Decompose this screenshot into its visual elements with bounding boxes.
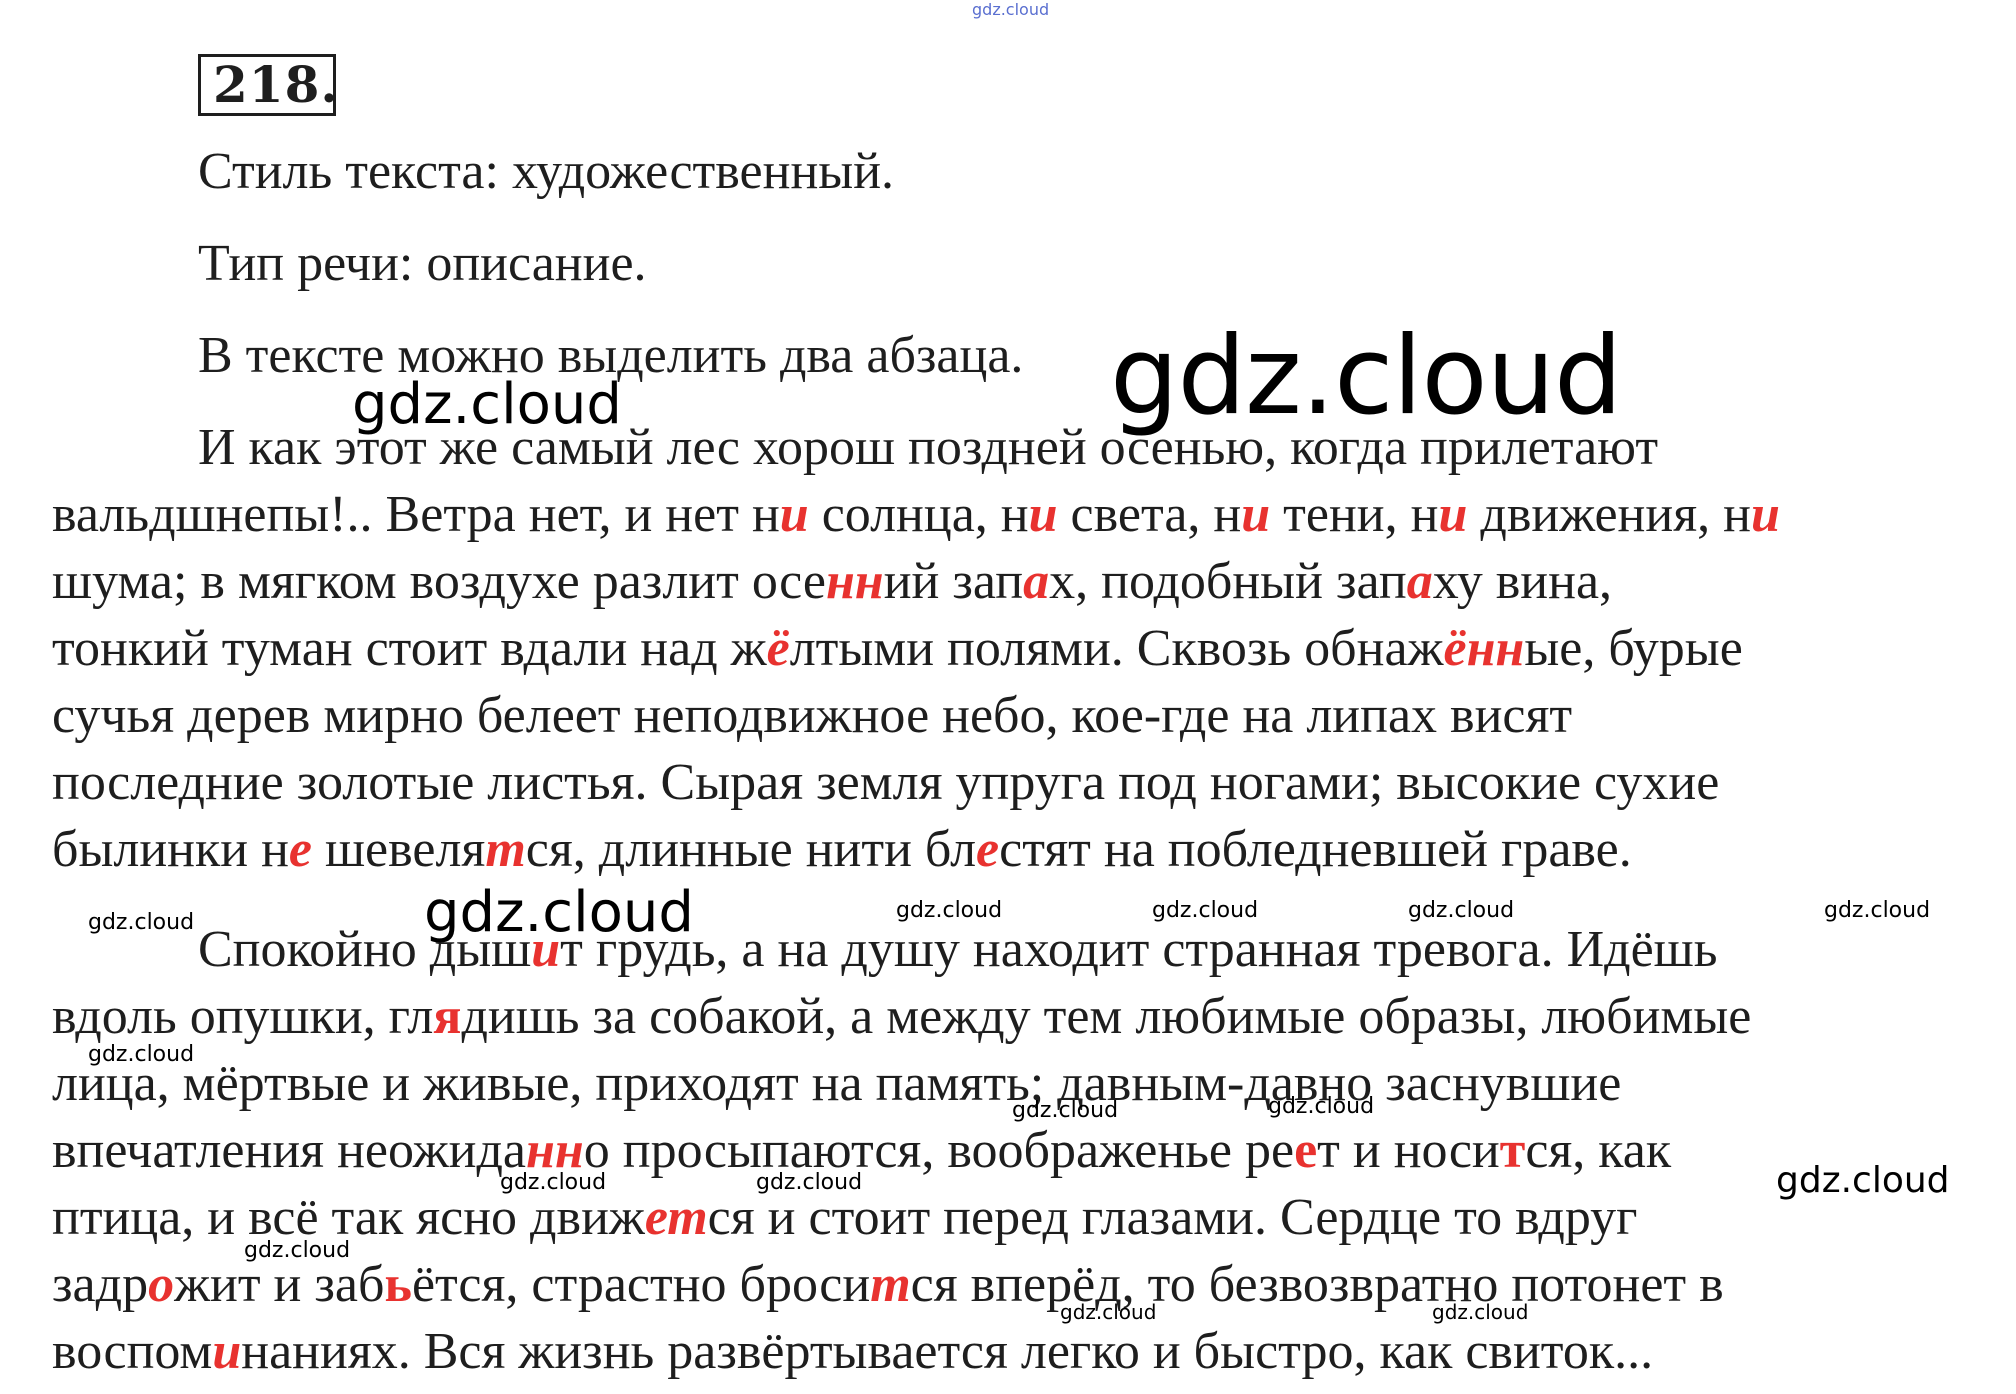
text-segment: ий зап xyxy=(883,553,1024,610)
text-segment: сучья дерев мирно белеет неподвижное неб… xyxy=(52,687,1573,744)
text-segment: лтыми полями. Сквозь обнаж xyxy=(789,620,1444,677)
text-line: воспоминаниях. Вся жизнь развёртывается … xyxy=(52,1322,1982,1382)
text-line: вдоль опушки, глядишь за собакой, а межд… xyxy=(52,987,1982,1047)
watermark: gdz.cloud xyxy=(896,898,1003,923)
highlighted-letter: и xyxy=(779,486,809,543)
text-segment: ся вперёд, то безвозвратно потонет в xyxy=(910,1256,1724,1313)
text-segment: ху вина, xyxy=(1432,553,1613,610)
highlighted-letter: и xyxy=(1241,486,1271,543)
text-segment: ся, как xyxy=(1525,1122,1672,1179)
watermark: gdz.cloud xyxy=(1152,898,1259,923)
exercise-number: 218. xyxy=(198,54,338,116)
highlighted-letter: и xyxy=(212,1323,242,1380)
highlighted-letter: а xyxy=(1023,553,1050,610)
solution-page: 218. Стиль текста: художественный. Тип р… xyxy=(0,0,2016,1394)
highlighted-letter: и xyxy=(1028,486,1058,543)
text-line: былинки не шевелятся, длинные нити блест… xyxy=(52,820,1982,880)
watermark: gdz.cloud xyxy=(1268,1094,1375,1119)
highlighted-letter: е xyxy=(976,821,1000,878)
text-segment: ся и стоит перед глазами. Сердце то вдру… xyxy=(707,1189,1638,1246)
watermark: gdz.cloud xyxy=(1432,1300,1529,1324)
text-style-line: Стиль текста: художественный. xyxy=(198,143,895,200)
text-segment: шума; в мягком воздухе разлит осе xyxy=(52,553,826,610)
text-line: тонкий туман стоит вдали над жёлтыми пол… xyxy=(52,619,1982,679)
text-segment: ся, длинные нити бл xyxy=(525,821,977,878)
text-segment: вальдшнепы!.. Ветра нет, и нет н xyxy=(52,486,780,543)
text-line: сучья дерев мирно белеет неподвижное неб… xyxy=(52,686,1982,746)
highlighted-letter: ет xyxy=(644,1189,708,1246)
text-line: впечатления неожиданно просыпаются, вооб… xyxy=(52,1121,1982,1181)
text-line: шума; в мягком воздухе разлит осенний за… xyxy=(52,552,1982,612)
highlighted-letter: т xyxy=(1499,1122,1526,1179)
watermark: gdz.cloud xyxy=(88,1042,195,1067)
text-segment: лица, мёртвые и живые, приходят на памят… xyxy=(52,1055,1622,1112)
text-segment: ые, бурые xyxy=(1524,620,1743,677)
text-segment: впечатления неожида xyxy=(52,1122,526,1179)
highlighted-letter: а xyxy=(1406,553,1433,610)
text-segment: шевеля xyxy=(312,821,486,878)
highlighted-letter: и xyxy=(1750,486,1780,543)
text-segment: тонкий туман стоит вдали над ж xyxy=(52,620,767,677)
highlighted-letter: ё xyxy=(766,620,790,677)
watermark: gdz.cloud xyxy=(1776,1160,1950,1201)
text-segment: последние золотые листья. Сырая земля уп… xyxy=(52,754,1720,811)
text-segment: вдоль опушки, гл xyxy=(52,988,434,1045)
highlighted-letter: т xyxy=(485,821,526,878)
text-segment: былинки н xyxy=(52,821,289,878)
text-segment: т грудь, а на душу находит странная трев… xyxy=(560,921,1718,978)
speech-type-line: Тип речи: описание. xyxy=(198,235,647,292)
highlighted-letter: о xyxy=(148,1256,175,1313)
watermark: gdz.cloud xyxy=(972,0,1050,19)
text-segment: тени, н xyxy=(1270,486,1439,543)
text-segment: дишь за собакой, а между тем любимые обр… xyxy=(461,988,1752,1045)
highlighted-letter: ь xyxy=(384,1256,412,1313)
text-segment: о просыпаются, воображенье ре xyxy=(583,1122,1295,1179)
watermark: gdz.cloud xyxy=(1012,1098,1119,1123)
watermark: gdz.cloud xyxy=(88,910,195,935)
watermark: gdz.cloud xyxy=(244,1238,351,1263)
highlighted-letter: нн xyxy=(825,553,884,610)
watermark: gdz.cloud xyxy=(1824,898,1931,923)
watermark: gdz.cloud xyxy=(500,1170,607,1195)
text-segment: воспом xyxy=(52,1323,213,1380)
highlighted-letter: е xyxy=(288,821,313,878)
text-segment: задр xyxy=(52,1256,149,1313)
text-segment: движения, н xyxy=(1467,486,1751,543)
highlighted-letter: т xyxy=(870,1256,911,1313)
text-segment: наниях. Вся жизнь развёртывается легко и… xyxy=(241,1323,1654,1380)
highlighted-letter: ённ xyxy=(1443,620,1525,677)
watermark: gdz.cloud xyxy=(756,1170,863,1195)
watermark: gdz.cloud xyxy=(1110,314,1623,439)
text-segment: х, подобный зап xyxy=(1049,553,1407,610)
text-segment: света, н xyxy=(1057,486,1242,543)
text-line: задрожит и забьётся, страстно бросится в… xyxy=(52,1255,1982,1315)
watermark: gdz.cloud xyxy=(352,372,622,437)
text-segment: стят на побледневшей граве. xyxy=(999,821,1632,878)
highlighted-letter: и xyxy=(1438,486,1468,543)
text-segment: жит и заб xyxy=(174,1256,385,1313)
text-segment: ётся, страстно броси xyxy=(411,1256,871,1313)
text-line: вальдшнепы!.. Ветра нет, и нет ни солнца… xyxy=(52,485,1982,545)
watermark: gdz.cloud xyxy=(1408,898,1515,923)
watermark: gdz.cloud xyxy=(1060,1300,1157,1324)
text-segment: т и носи xyxy=(1317,1122,1500,1179)
text-line: последние золотые листья. Сырая земля уп… xyxy=(52,753,1982,813)
highlighted-letter: я xyxy=(433,988,462,1045)
text-segment: солнца, н xyxy=(808,486,1029,543)
watermark: gdz.cloud xyxy=(424,880,694,945)
highlighted-letter: е xyxy=(1294,1122,1318,1179)
